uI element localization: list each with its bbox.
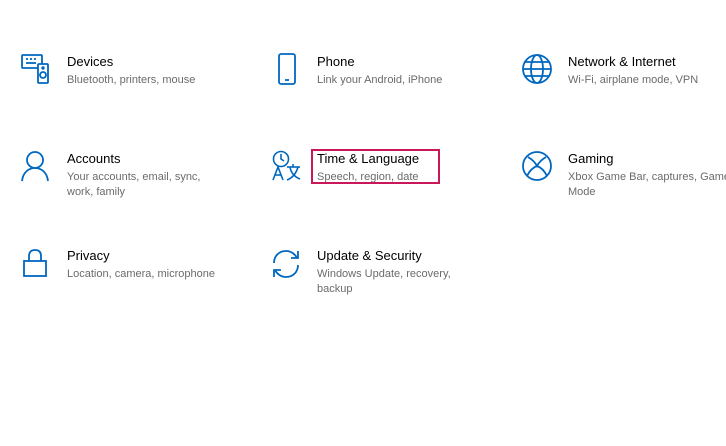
tile-subtitle: Bluetooth, printers, mouse [67,74,196,86]
tile-subtitle: Link your Android, iPhone [317,74,443,86]
tile-subtitle: Wi-Fi, airplane mode, VPN [568,74,699,86]
tile-phone[interactable]: Phone Link your Android, iPhone [270,53,510,133]
xbox-icon [521,150,555,184]
tile-accounts[interactable]: Accounts Your accounts, email, sync, wor… [20,150,260,230]
tile-title: Privacy [67,248,110,263]
time-language-icon [270,150,304,184]
tile-title: Phone [317,54,355,69]
tile-subtitle: Windows Update, recovery, backup [317,268,451,295]
tile-gaming[interactable]: Gaming Xbox Game Bar, captures, Game Mod… [521,150,726,230]
tile-subtitle: Speech, region, date [317,171,419,183]
tile-title: Network & Internet [568,54,676,69]
globe-icon [521,53,555,87]
devices-icon [20,53,54,87]
tile-subtitle: Location, camera, microphone [67,268,215,280]
tile-title: Gaming [568,151,614,166]
tile-title: Update & Security [317,248,422,263]
tile-title: Time & Language [317,151,420,166]
tile-title: Devices [67,54,114,69]
tile-subtitle: Xbox Game Bar, captures, Game Mode [568,171,726,198]
tile-network-internet[interactable]: Network & Internet Wi-Fi, airplane mode,… [521,53,726,133]
tile-privacy[interactable]: Privacy Location, camera, microphone [20,247,260,327]
tile-devices[interactable]: Devices Bluetooth, printers, mouse [20,53,260,133]
tile-time-language[interactable]: Time & Language Speech, region, date [270,150,510,230]
person-icon [20,150,54,184]
tile-subtitle: Your accounts, email, sync, work, family [67,171,201,198]
lock-icon [20,247,54,281]
phone-icon [270,53,304,87]
settings-grid: Devices Bluetooth, printers, mouse Phone… [0,0,726,446]
tile-title: Accounts [67,151,121,166]
sync-icon [270,247,304,281]
tile-update-security[interactable]: Update & Security Windows Update, recove… [270,247,510,327]
